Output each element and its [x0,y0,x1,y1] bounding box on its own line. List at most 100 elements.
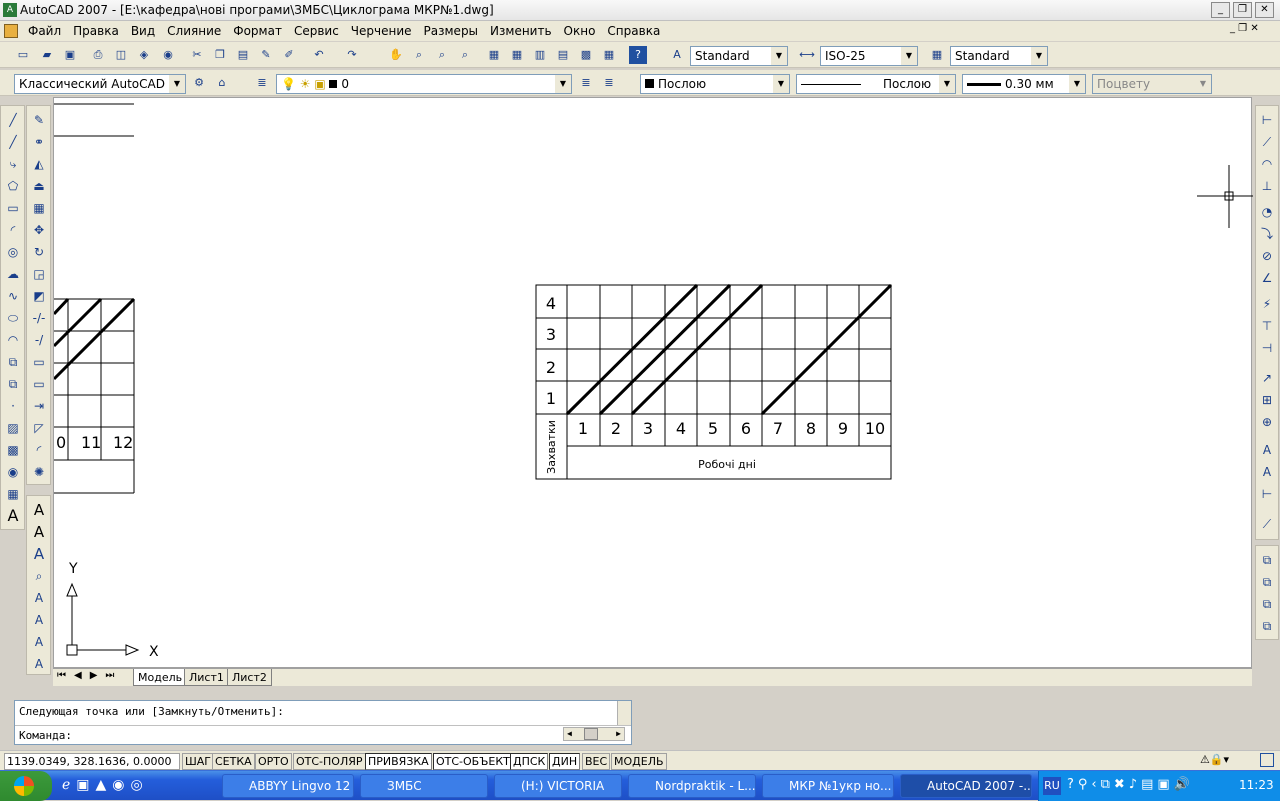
my-workspace-icon[interactable]: ⌂ [213,74,231,92]
move-icon[interactable]: ✥ [29,220,49,240]
calculator-icon[interactable]: ▦ [600,46,618,64]
bring-above-icon[interactable]: ⧉ [1257,594,1277,614]
table-style-combo[interactable]: Standard ▼ [950,46,1048,66]
diameter-dim-icon[interactable]: ⊘ [1257,246,1277,266]
layer-combo[interactable]: 💡 ☀ ▣ 0 ▼ [276,74,572,94]
match-properties-icon[interactable]: ✎ [257,46,275,64]
dim-text-edit-icon[interactable]: A [1257,462,1277,482]
ducs-toggle[interactable]: ДПСК [510,753,549,770]
offset-icon[interactable]: ⏏ [29,176,49,196]
rotate-icon[interactable]: ↻ [29,242,49,262]
command-window[interactable]: Следующая точка или [Замкнуть/Отменить]:… [14,700,632,745]
color-combo[interactable]: Послою ▼ [640,74,790,94]
paste-icon[interactable]: ▤ [234,46,252,64]
dim-style-icon[interactable]: ⟷ [798,46,816,64]
start-button[interactable] [0,771,52,801]
taskbar-item-opera[interactable]: Nordpraktik - L... [628,774,756,798]
baseline-dim-icon[interactable]: ⊤ [1257,316,1277,336]
tab-layout2[interactable]: Лист2 [227,669,272,686]
coordinates-display[interactable]: 1139.0349, 328.1636, 0.0000 [4,753,180,770]
sheet-set-icon[interactable]: ▤ [554,46,572,64]
scale-icon[interactable]: ◲ [29,264,49,284]
hatch-icon[interactable]: ▨ [3,418,23,438]
menu-dimension[interactable]: Размеры [418,21,485,41]
explode-icon[interactable]: ✺ [29,462,49,482]
linear-dim-icon[interactable]: ⊢ [1257,110,1277,130]
text-icon[interactable]: A [29,500,49,520]
help-icon[interactable]: ? [629,46,647,64]
extend-icon[interactable]: -/ [29,330,49,350]
rectangle-icon[interactable]: ▭ [3,198,23,218]
minimize-button[interactable]: _ [1211,2,1230,18]
construction-line-icon[interactable]: ╱ [3,132,23,152]
jogged-dim-icon[interactable]: ⤵ [1257,224,1277,244]
properties-icon[interactable]: ▦ [485,46,503,64]
insert-block-icon[interactable]: ⧉ [3,352,23,372]
menu-help[interactable]: Справка [601,21,666,41]
pan-icon[interactable]: ✋ [387,46,405,64]
aligned-dim-icon[interactable]: ⟋ [1257,132,1277,152]
zoom-window-icon[interactable]: ⌕ [433,46,451,64]
dim-edit-icon[interactable]: A [1257,440,1277,460]
zoom-realtime-icon[interactable]: ⌕ [410,46,428,64]
dim-update-icon[interactable]: ⊢ [1257,484,1277,504]
spelling-icon[interactable]: A [29,588,49,608]
revcloud-icon[interactable]: ☁ [3,264,23,284]
zoom-previous-icon[interactable]: ⌕ [456,46,474,64]
language-indicator[interactable]: RU [1043,777,1061,795]
continue-dim-icon[interactable]: ⊣ [1257,338,1277,358]
model-toggle[interactable]: МОДЕЛЬ [611,753,667,770]
trim-icon[interactable]: -/- [29,308,49,328]
text-style-tool-icon[interactable]: A [29,610,49,630]
tolerance-icon[interactable]: ⊞ [1257,390,1277,410]
menu-edit[interactable]: Правка [67,21,125,41]
3d-dwf-icon[interactable]: ◉ [159,46,177,64]
doc-window-controls[interactable]: _ ❐ ✕ [1230,23,1259,34]
ellipse-arc-icon[interactable]: ◠ [3,330,23,350]
menu-modify[interactable]: Изменить [484,21,558,41]
block-editor-icon[interactable]: ✐ [280,46,298,64]
make-current-layer-icon[interactable]: ≣ [577,74,595,92]
send-under-icon[interactable]: ⧉ [1257,616,1277,636]
ortho-toggle[interactable]: ОРТО [255,753,292,770]
otrack-toggle[interactable]: ОТС-ОБЪЕКТ [433,753,513,770]
preview-icon[interactable]: ◫ [112,46,130,64]
restore-button[interactable]: ❐ [1233,2,1252,18]
make-block-icon[interactable]: ⧉ [3,374,23,394]
break-at-point-icon[interactable]: ▭ [29,352,49,372]
taskbar-item-drive[interactable]: (H:) VICTORIA [494,774,622,798]
dim-style-tool-icon[interactable]: ⟋ [1257,514,1277,534]
tab-navigation[interactable]: ⏮◀▶⏭ [57,670,122,681]
osnap-toggle[interactable]: ПРИВЯЗКА [365,753,432,770]
redo-icon[interactable]: ↷ [343,46,361,64]
scale-text-icon[interactable]: A [29,632,49,652]
text-style-combo[interactable]: Standard ▼ [690,46,788,66]
cut-icon[interactable]: ✂ [188,46,206,64]
menu-draw[interactable]: Черчение [345,21,418,41]
copy-icon[interactable]: ❐ [211,46,229,64]
break-icon[interactable]: ▭ [29,374,49,394]
new-icon[interactable]: ▭ [14,46,32,64]
tab-layout1[interactable]: Лист1 [184,669,229,686]
polyline-icon[interactable]: ⤷ [3,154,23,174]
quick-launch-icons[interactable]: ℯ▣▲◉◎ [62,777,149,793]
erase-icon[interactable]: ✎ [29,110,49,130]
quick-dim-icon[interactable]: ⚡ [1257,294,1277,314]
text-style-icon[interactable]: A [668,46,686,64]
stretch-icon[interactable]: ◩ [29,286,49,306]
linetype-combo[interactable]: Послою ▼ [796,74,956,94]
menu-view[interactable]: Вид [125,21,161,41]
workspace-combo[interactable]: Классический AutoCAD ▼ [14,74,186,94]
find-text-icon[interactable]: ⌕ [29,566,49,586]
snap-toggle[interactable]: ШАГ [182,753,214,770]
command-vscroll[interactable] [617,701,631,725]
close-button[interactable]: ✕ [1255,2,1274,18]
layer-manager-icon[interactable]: ≣ [253,74,271,92]
undo-icon[interactable]: ↶ [310,46,328,64]
menu-merge[interactable]: Слияние [161,21,227,41]
taskbar-item-lingvo[interactable]: ABBYY Lingvo 12 [222,774,354,798]
tool-palettes-icon[interactable]: ▥ [531,46,549,64]
lwt-toggle[interactable]: ВЕС [582,753,611,770]
center-mark-icon[interactable]: ⊕ [1257,412,1277,432]
gradient-icon[interactable]: ▩ [3,440,23,460]
